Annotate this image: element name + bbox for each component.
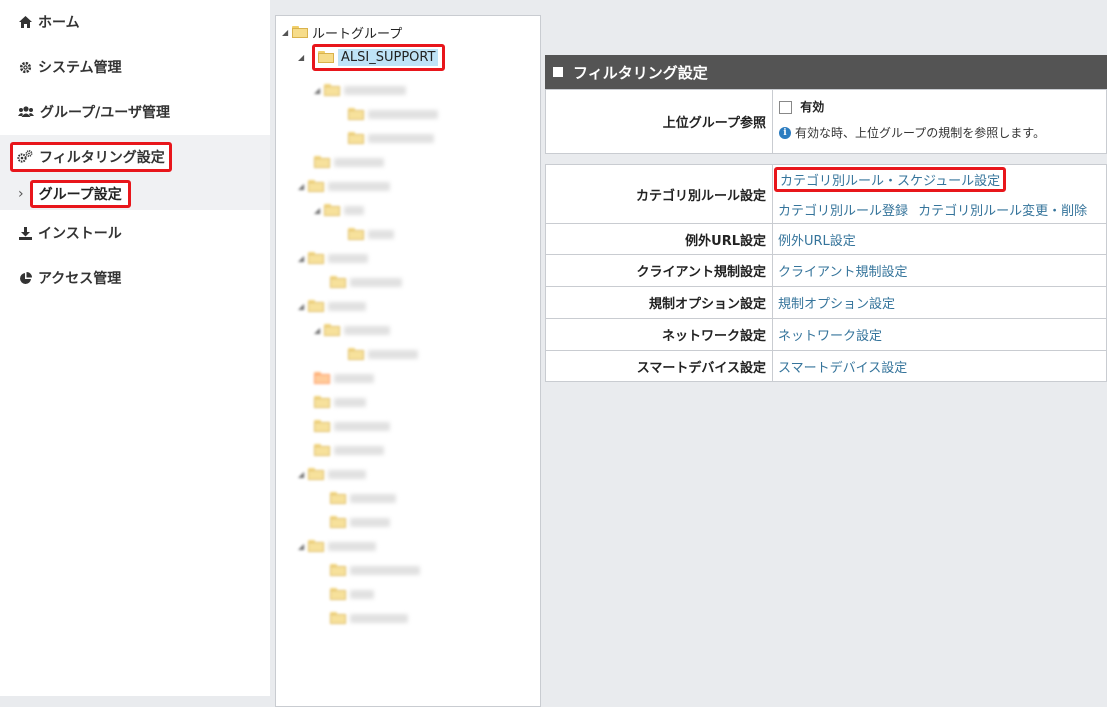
table-row: クライアント規制設定 クライアント規制設定 bbox=[545, 254, 1107, 287]
folder-icon bbox=[292, 26, 308, 38]
enable-checkbox[interactable] bbox=[779, 101, 792, 114]
sidebar-item-label: グループ/ユーザ管理 bbox=[40, 105, 170, 121]
network-settings-link[interactable]: ネットワーク設定 bbox=[778, 329, 882, 344]
table-row: 例外URL設定 例外URL設定 bbox=[545, 223, 1107, 255]
tree-node-label: ルートグループ bbox=[312, 26, 403, 42]
client-restriction-link[interactable]: クライアント規制設定 bbox=[778, 265, 907, 280]
category-links-cell: カテゴリ別ルール・スケジュール設定 カテゴリ別ルール登録 カテゴリ別ルール変更・… bbox=[772, 164, 1107, 224]
upper-group-table: 上位グループ参照 有効 i 有効な時、上位グループの規制を参照します。 bbox=[545, 89, 1107, 154]
row-label: カテゴリ別ルール設定 bbox=[545, 164, 773, 224]
tree-node-label: ALSI_SUPPORT bbox=[338, 48, 439, 66]
sidebar-item-system[interactable]: システム管理 bbox=[0, 49, 270, 85]
exception-url-link[interactable]: 例外URL設定 bbox=[778, 234, 856, 249]
tree-node-root[interactable]: ◢ ルートグループ bbox=[282, 22, 402, 42]
expand-triangle-icon[interactable]: ◢ bbox=[298, 53, 308, 62]
sidebar-item-label: アクセス管理 bbox=[38, 271, 122, 287]
category-register-link[interactable]: カテゴリ別ルール登録 bbox=[778, 204, 908, 219]
pie-chart-icon bbox=[18, 271, 32, 285]
tree-node[interactable] bbox=[348, 128, 434, 148]
tree-node[interactable]: ◢ bbox=[298, 536, 376, 556]
row-label: 規制オプション設定 bbox=[545, 286, 773, 319]
row-label: クライアント規制設定 bbox=[545, 254, 773, 287]
sidebar-item-label: ホーム bbox=[38, 15, 80, 31]
square-bullet-icon bbox=[553, 67, 563, 77]
tree-node[interactable]: ◢ bbox=[314, 200, 364, 220]
table-row: ネットワーク設定 ネットワーク設定 bbox=[545, 318, 1107, 351]
sidebar-item-install[interactable]: インストール bbox=[0, 215, 270, 251]
sidebar-subitem-group-settings[interactable]: › グループ設定 bbox=[0, 178, 270, 210]
sidebar: ホーム システム管理 グループ/ユーザ管理 フィルタリング設定 › グループ設定… bbox=[0, 0, 270, 696]
download-icon bbox=[18, 226, 32, 240]
tree-node[interactable]: ◢ bbox=[298, 464, 366, 484]
tree-node[interactable] bbox=[330, 272, 402, 292]
row-label: 例外URL設定 bbox=[545, 223, 773, 255]
sidebar-item-filtering[interactable]: フィルタリング設定 bbox=[0, 135, 270, 178]
tree-node[interactable] bbox=[330, 584, 374, 604]
info-text: 有効な時、上位グループの規制を参照します。 bbox=[795, 126, 1046, 140]
tree-node[interactable]: ◢ bbox=[298, 248, 368, 268]
tree-node[interactable]: ◢ bbox=[298, 176, 390, 196]
tree-node[interactable] bbox=[314, 152, 384, 172]
category-schedule-link[interactable]: カテゴリ別ルール・スケジュール設定 bbox=[780, 174, 1000, 189]
expand-triangle-icon[interactable]: ◢ bbox=[282, 28, 292, 37]
smart-device-link[interactable]: スマートデバイス設定 bbox=[778, 361, 907, 376]
tree-node[interactable] bbox=[348, 344, 418, 364]
table-row: カテゴリ別ルール設定 カテゴリ別ルール・スケジュール設定 カテゴリ別ルール登録 … bbox=[545, 164, 1107, 224]
sidebar-item-access[interactable]: アクセス管理 bbox=[0, 260, 270, 296]
tree-node-selected[interactable]: ◢ ALSI_SUPPORT bbox=[298, 41, 446, 73]
section-title: フィルタリング設定 bbox=[573, 63, 708, 82]
info-icon: i bbox=[779, 126, 791, 139]
home-icon bbox=[18, 15, 32, 29]
row-label: スマートデバイス設定 bbox=[545, 350, 773, 382]
sidebar-item-label: システム管理 bbox=[38, 60, 122, 76]
gears-icon bbox=[17, 150, 33, 164]
tree-node[interactable] bbox=[330, 512, 390, 532]
table-row: 規制オプション設定 規制オプション設定 bbox=[545, 286, 1107, 319]
tree-node[interactable] bbox=[314, 416, 390, 436]
sidebar-item-home[interactable]: ホーム bbox=[0, 4, 270, 40]
tree-node[interactable] bbox=[314, 440, 384, 460]
table-row: スマートデバイス設定 スマートデバイス設定 bbox=[545, 350, 1107, 382]
tree-node[interactable]: ◢ bbox=[298, 296, 366, 316]
tree-node[interactable] bbox=[330, 560, 420, 580]
folder-icon bbox=[318, 51, 334, 63]
tree-node[interactable]: ◢ bbox=[314, 320, 390, 340]
sidebar-item-group-user[interactable]: グループ/ユーザ管理 bbox=[0, 94, 270, 130]
gear-icon bbox=[18, 60, 32, 74]
users-icon bbox=[18, 105, 34, 119]
sidebar-item-label: インストール bbox=[38, 226, 122, 242]
row-label: 上位グループ参照 bbox=[545, 89, 773, 154]
sidebar-item-label: フィルタリング設定 bbox=[39, 149, 165, 166]
category-edit-delete-link[interactable]: カテゴリ別ルール変更・削除 bbox=[918, 204, 1087, 219]
tree-node[interactable] bbox=[348, 224, 394, 244]
tree-node[interactable] bbox=[348, 104, 438, 124]
filtering-settings-table: カテゴリ別ルール設定 カテゴリ別ルール・スケジュール設定 カテゴリ別ルール登録 … bbox=[545, 164, 1107, 382]
tree-node[interactable]: ◢ bbox=[314, 80, 406, 100]
checkbox-label: 有効 bbox=[800, 100, 825, 114]
sidebar-subitem-label: グループ設定 bbox=[29, 180, 131, 208]
tree-node[interactable] bbox=[330, 488, 396, 508]
group-tree: ◢ ルートグループ ◢ ALSI_SUPPORT ◢ ◢ ◢ ◢ ◢ ◢ ◢ ◢ bbox=[275, 15, 541, 707]
section-header: フィルタリング設定 bbox=[545, 55, 1107, 89]
tree-node[interactable] bbox=[314, 392, 366, 412]
upper-group-cell: 有効 i 有効な時、上位グループの規制を参照します。 bbox=[772, 89, 1107, 154]
chevron-right-icon: › bbox=[18, 186, 24, 202]
restriction-option-link[interactable]: 規制オプション設定 bbox=[778, 297, 895, 312]
table-row: 上位グループ参照 有効 i 有効な時、上位グループの規制を参照します。 bbox=[545, 89, 1107, 154]
tree-node[interactable] bbox=[330, 608, 408, 628]
row-label: ネットワーク設定 bbox=[545, 318, 773, 351]
tree-node[interactable] bbox=[314, 368, 374, 388]
